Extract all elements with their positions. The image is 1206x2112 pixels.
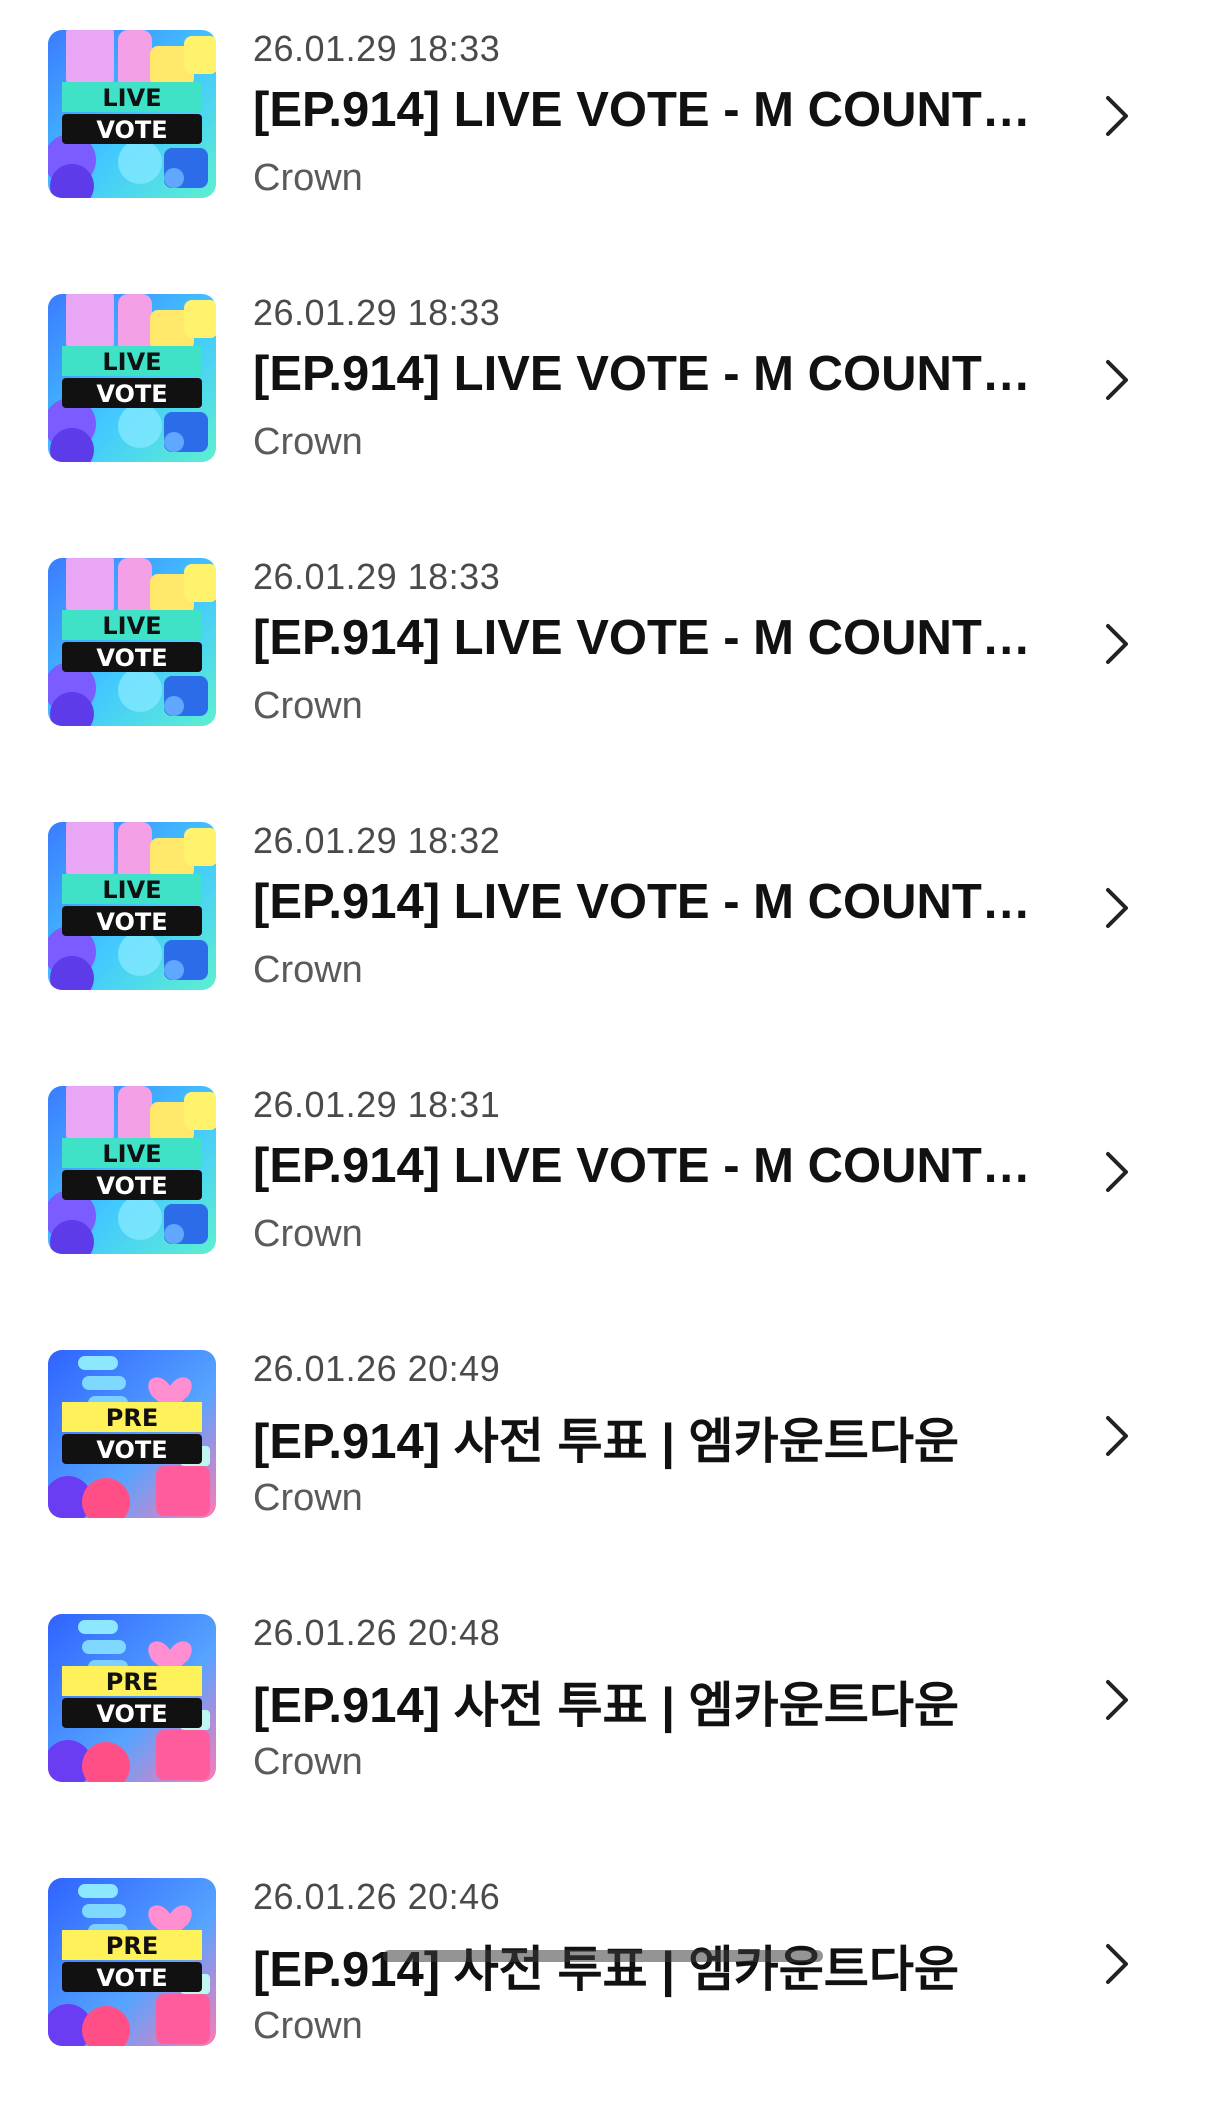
chevron-right-icon[interactable] bbox=[1098, 1412, 1134, 1460]
chevron-right-icon[interactable] bbox=[1098, 1148, 1134, 1196]
list-item[interactable]: PRE VOTE 26.01.26 20:48 [EP.914] 사전 투표 | … bbox=[0, 1584, 1206, 1848]
list-item[interactable]: LIVE VOTE 26.01.29 18:33 [EP.914] LIVE VO… bbox=[0, 264, 1206, 528]
item-title: [EP.914] LIVE VOTE - M COUNTDOWN bbox=[253, 875, 1043, 929]
item-title: [EP.914] LIVE VOTE - M COUNTDOWN bbox=[253, 611, 1043, 665]
item-timestamp: 26.01.29 18:33 bbox=[253, 292, 501, 333]
vote-thumbnail: LIVE VOTE bbox=[48, 30, 216, 198]
thumb-label-line2: VOTE bbox=[96, 1700, 167, 1728]
item-artist: Crown bbox=[253, 421, 363, 463]
item-title: [EP.914] 사전 투표 | 엠카운트다운 bbox=[253, 1943, 960, 1997]
thumb-label-line1: LIVE bbox=[102, 348, 161, 376]
item-title: [EP.914] LIVE VOTE - M COUNTDOWN bbox=[253, 83, 1043, 137]
list-item[interactable]: PRE VOTE 26.01.26 20:46 [EP.914] 사전 투표 | … bbox=[0, 1848, 1206, 2112]
item-title: [EP.914] LIVE VOTE - M COUNTDOWN bbox=[253, 1139, 1043, 1193]
item-title: [EP.914] 사전 투표 | 엠카운트다운 bbox=[253, 1415, 960, 1469]
item-artist: Crown bbox=[253, 1741, 363, 1783]
thumb-label-line2: VOTE bbox=[96, 1436, 167, 1464]
vote-thumbnail: LIVE VOTE bbox=[48, 294, 216, 462]
list-item[interactable]: LIVE VOTE 26.01.29 18:32 [EP.914] LIVE VO… bbox=[0, 792, 1206, 1056]
item-artist: Crown bbox=[253, 2005, 363, 2047]
vote-thumbnail: PRE VOTE bbox=[48, 1614, 216, 1782]
chevron-right-icon[interactable] bbox=[1098, 620, 1134, 668]
item-title: [EP.914] LIVE VOTE - M COUNTDOWN bbox=[253, 347, 1043, 401]
thumb-label-line2: VOTE bbox=[96, 380, 167, 408]
chevron-right-icon[interactable] bbox=[1098, 356, 1134, 404]
thumb-label-line2: VOTE bbox=[96, 116, 167, 144]
chevron-right-icon[interactable] bbox=[1098, 884, 1134, 932]
thumb-label-line2: VOTE bbox=[96, 908, 167, 936]
home-indicator[interactable] bbox=[383, 1950, 823, 1962]
vote-thumbnail: PRE VOTE bbox=[48, 1878, 216, 2046]
vote-thumbnail: LIVE VOTE bbox=[48, 558, 216, 726]
item-timestamp: 26.01.29 18:31 bbox=[253, 1084, 501, 1125]
list-item[interactable]: LIVE VOTE 26.01.29 18:33 [EP.914] LIVE VO… bbox=[0, 528, 1206, 792]
thumb-label-line1: PRE bbox=[106, 1668, 158, 1696]
thumb-label-line2: VOTE bbox=[96, 644, 167, 672]
list-item[interactable]: LIVE VOTE 26.01.29 18:33 [EP.914] LIVE VO… bbox=[0, 0, 1206, 264]
item-timestamp: 26.01.29 18:32 bbox=[253, 820, 501, 861]
vote-thumbnail: LIVE VOTE bbox=[48, 822, 216, 990]
thumb-label-line1: LIVE bbox=[102, 1140, 161, 1168]
item-artist: Crown bbox=[253, 1477, 363, 1519]
thumb-label-line1: LIVE bbox=[102, 84, 161, 112]
thumb-label-line1: LIVE bbox=[102, 876, 161, 904]
vote-thumbnail: LIVE VOTE bbox=[48, 1086, 216, 1254]
thumb-label-line2: VOTE bbox=[96, 1964, 167, 1992]
item-artist: Crown bbox=[253, 685, 363, 727]
thumb-label-line1: LIVE bbox=[102, 612, 161, 640]
item-artist: Crown bbox=[253, 1213, 363, 1255]
list-item[interactable]: PRE VOTE 26.01.26 20:49 [EP.914] 사전 투표 | … bbox=[0, 1320, 1206, 1584]
thumb-label-line2: VOTE bbox=[96, 1172, 167, 1200]
vote-thumbnail: PRE VOTE bbox=[48, 1350, 216, 1518]
list-item[interactable]: LIVE VOTE 26.01.29 18:31 [EP.914] LIVE VO… bbox=[0, 1056, 1206, 1320]
item-artist: Crown bbox=[253, 157, 363, 199]
item-timestamp: 26.01.26 20:48 bbox=[253, 1612, 501, 1653]
item-title: [EP.914] 사전 투표 | 엠카운트다운 bbox=[253, 1679, 960, 1733]
thumb-label-line1: PRE bbox=[106, 1932, 158, 1960]
item-timestamp: 26.01.29 18:33 bbox=[253, 28, 501, 69]
item-timestamp: 26.01.26 20:49 bbox=[253, 1348, 501, 1389]
item-artist: Crown bbox=[253, 949, 363, 991]
chevron-right-icon[interactable] bbox=[1098, 1676, 1134, 1724]
chevron-right-icon[interactable] bbox=[1098, 1940, 1134, 1988]
thumb-label-line1: PRE bbox=[106, 1404, 158, 1432]
chevron-right-icon[interactable] bbox=[1098, 92, 1134, 140]
item-timestamp: 26.01.29 18:33 bbox=[253, 556, 501, 597]
item-timestamp: 26.01.26 20:46 bbox=[253, 1876, 501, 1917]
